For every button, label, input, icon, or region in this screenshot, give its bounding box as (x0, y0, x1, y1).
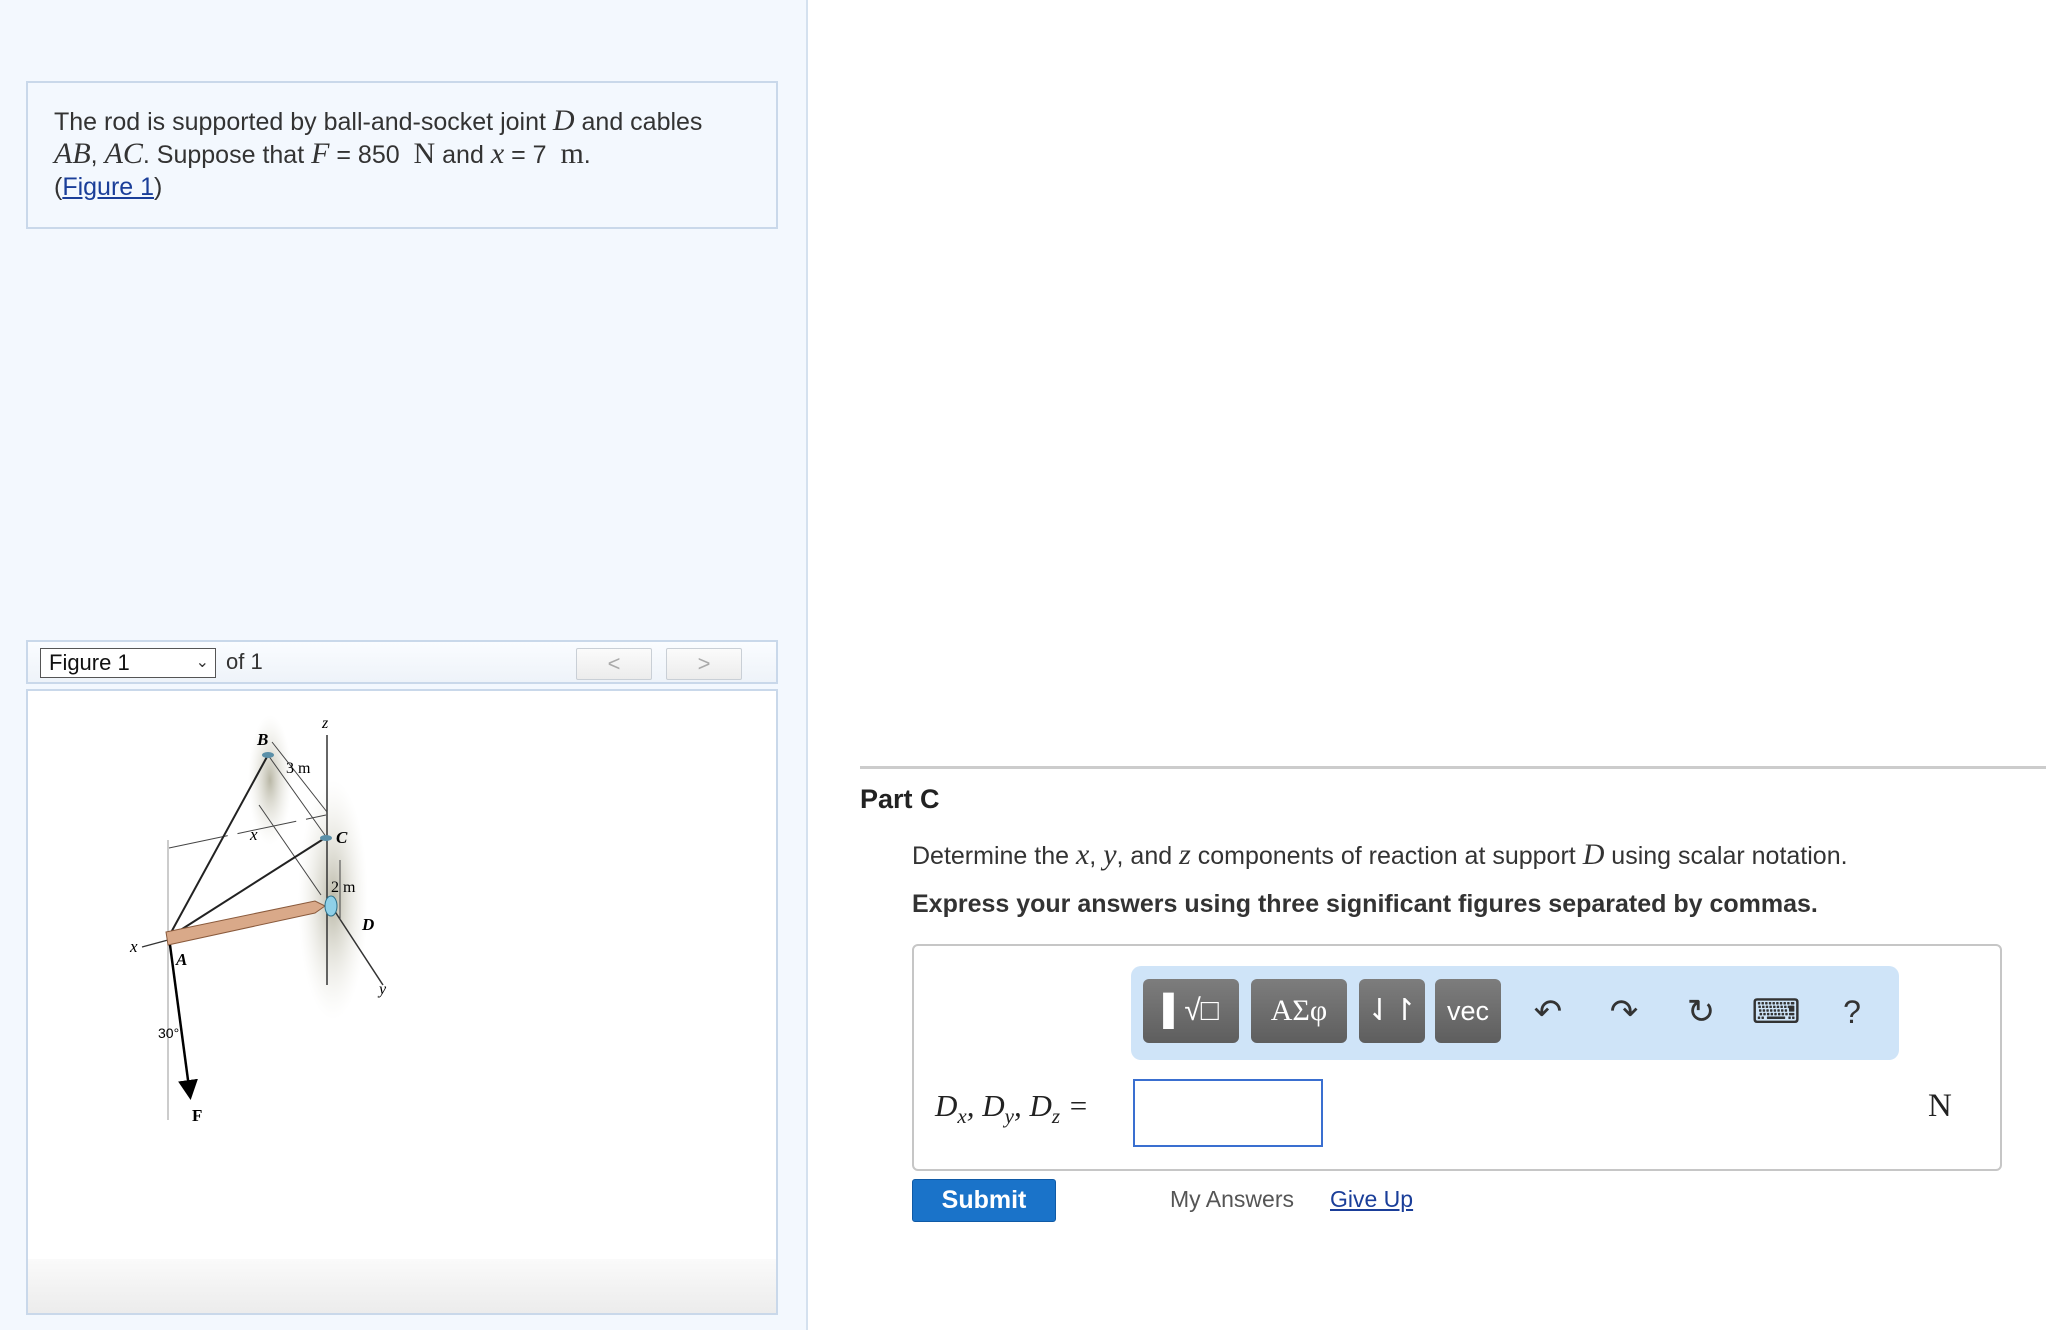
label-x-axis: x (129, 937, 138, 956)
part-instruction: Express your answers using three signifi… (912, 890, 1818, 918)
text: Determine the (912, 842, 1076, 870)
math-y: y (1103, 838, 1117, 871)
text: , (1089, 842, 1104, 870)
give-up-link[interactable]: Give Up (1330, 1186, 1413, 1213)
anchor-b (262, 752, 274, 758)
x-axis (141, 939, 169, 948)
undo-icon[interactable]: ↶ (1523, 980, 1573, 1044)
label-c: C (336, 828, 348, 847)
math-D: D (1582, 838, 1605, 871)
math-z: z (1179, 838, 1191, 871)
answer-label: Dx, Dy, Dz = (935, 1088, 1089, 1128)
label-3m: 3 m (286, 760, 311, 777)
anchor-c (320, 835, 332, 841)
figure-diagram: B C D A F z x y x 3 m 2 m 30° (129, 715, 387, 1125)
label-2m: 2 m (331, 879, 356, 896)
help-icon[interactable]: ? (1827, 980, 1877, 1044)
answer-unit: N (1928, 1088, 1952, 1124)
cable-ab (167, 754, 269, 939)
part-divider (860, 766, 2046, 769)
label-d: D (361, 915, 374, 934)
label-z: z (321, 715, 329, 732)
text: components of reaction at support (1190, 842, 1583, 870)
arrows-button[interactable]: ⇃↾ (1359, 979, 1425, 1043)
text: using scalar notation. (1604, 842, 1848, 870)
greek-symbols-button[interactable]: ΑΣφ (1251, 979, 1347, 1043)
reset-icon[interactable]: ↻ (1676, 980, 1726, 1044)
subscript: y (1004, 1104, 1014, 1128)
vector-button[interactable]: vec (1435, 979, 1501, 1043)
redo-icon[interactable]: ↷ (1599, 980, 1649, 1044)
ball-socket-d (324, 895, 338, 917)
keyboard-icon[interactable]: ⌨ (1751, 980, 1801, 1044)
text: , and (1116, 842, 1180, 870)
label-30deg: 30° (158, 1025, 179, 1041)
label-x-dim: x (249, 825, 258, 844)
part-description: Determine the x, y, and z components of … (912, 838, 1848, 872)
math-x: x (1075, 838, 1090, 871)
label-b: B (256, 730, 268, 749)
label-y-axis: y (377, 981, 387, 998)
label-a: A (175, 950, 187, 969)
my-answers-link[interactable]: My Answers (1170, 1186, 1294, 1213)
submit-button[interactable]: Submit (912, 1179, 1056, 1222)
math-toolbar: ▌√□ ΑΣφ ⇃↾ vec ↶ ↷ ↻ ⌨ ? (1131, 966, 1899, 1060)
subscript: x (957, 1104, 967, 1128)
part-title: Part C (860, 784, 940, 814)
templates-button[interactable]: ▌√□ (1143, 979, 1239, 1043)
answer-input[interactable] (1133, 1079, 1323, 1147)
subscript: z (1051, 1104, 1061, 1128)
label-f: F (192, 1106, 202, 1125)
